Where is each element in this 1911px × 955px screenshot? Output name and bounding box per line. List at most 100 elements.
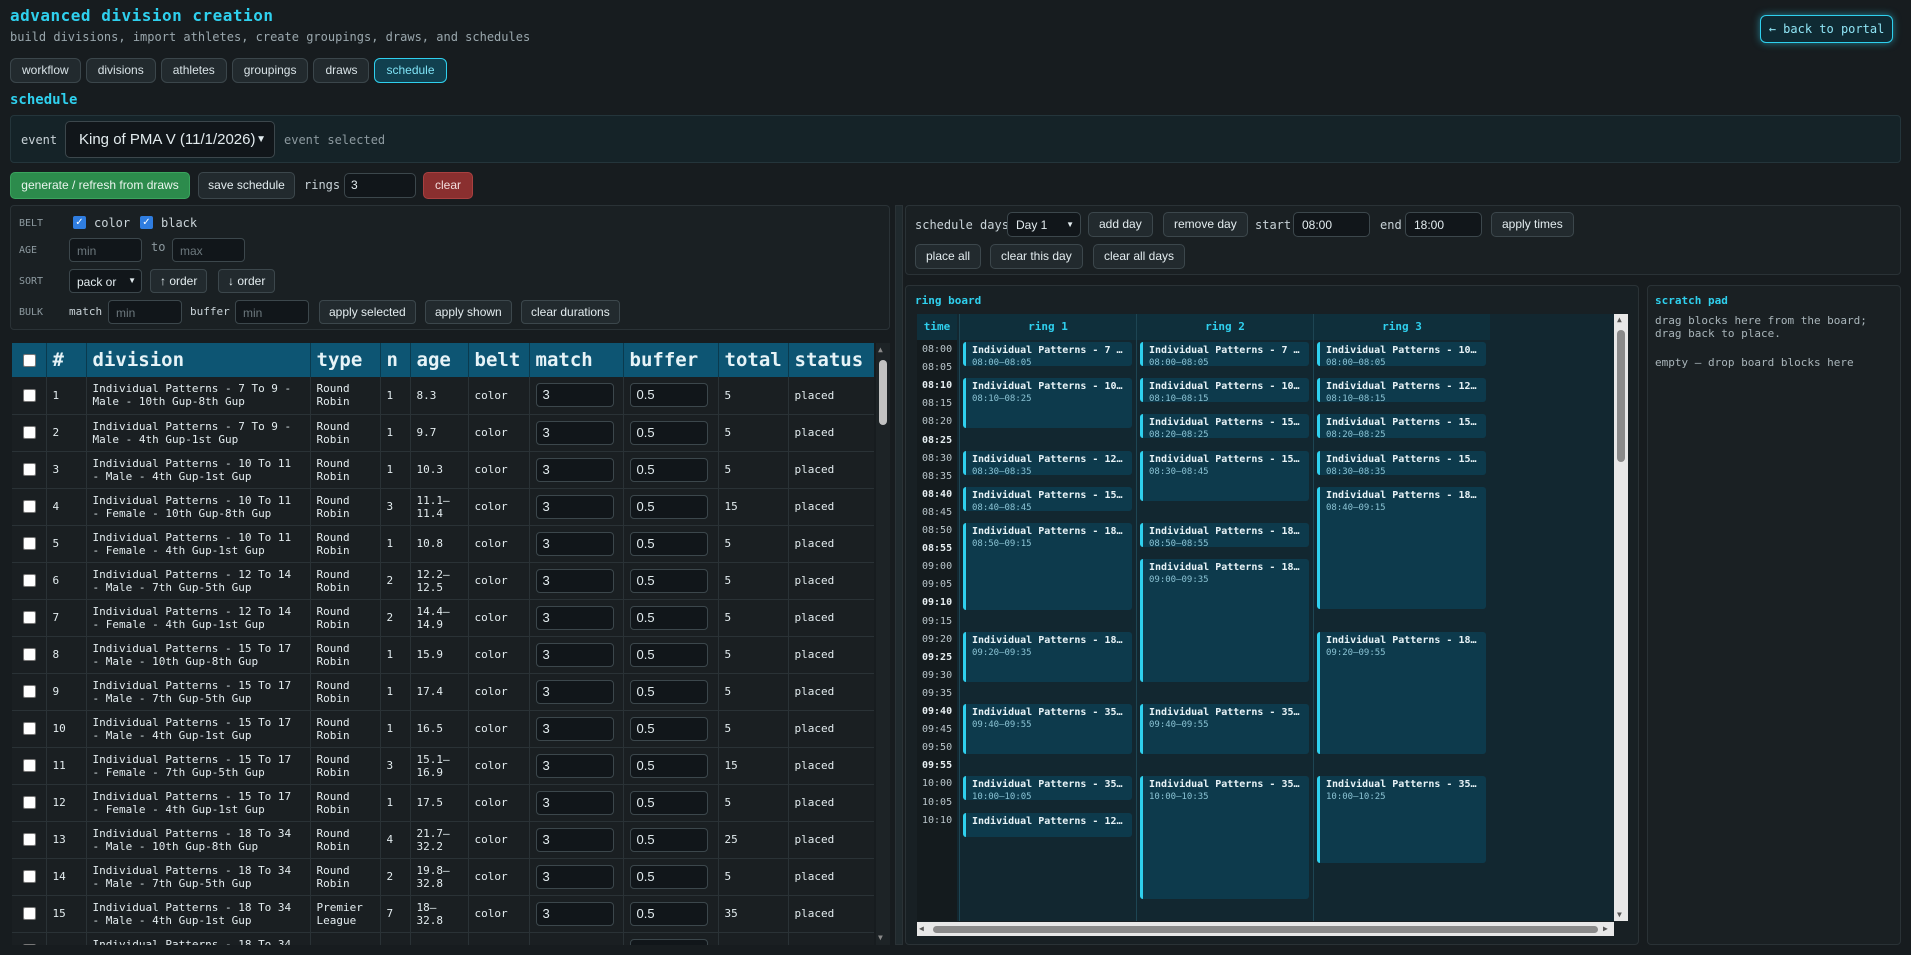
schedule-block[interactable]: Individual Patterns - 7 To 9 - Ma… 08:00–… bbox=[1140, 342, 1309, 366]
table-row[interactable]: 11 Individual Patterns - 15 To 17 - Femal… bbox=[12, 747, 874, 785]
match-duration-input[interactable]: 3 bbox=[535, 420, 614, 445]
buffer-duration-input[interactable]: 0.5 bbox=[629, 938, 708, 945]
belt-color-checkbox[interactable]: ✓ bbox=[73, 216, 86, 229]
row-checkbox[interactable] bbox=[23, 759, 36, 772]
buffer-duration-input[interactable]: 0.5 bbox=[629, 864, 708, 889]
tab-divisions[interactable]: divisions bbox=[85, 58, 156, 83]
tab-draws[interactable]: draws bbox=[313, 58, 370, 83]
buffer-duration-input[interactable]: 0.5 bbox=[629, 827, 708, 852]
table-row[interactable]: 6 Individual Patterns - 12 To 14 - Male -… bbox=[12, 562, 874, 600]
board-vertical-scrollbar-thumb[interactable] bbox=[1617, 330, 1625, 462]
match-duration-input[interactable]: 3 bbox=[535, 568, 614, 593]
save-schedule-button[interactable]: save schedule bbox=[198, 172, 295, 199]
schedule-block[interactable]: Individual Patterns - 18 To 34 - … 08:50–… bbox=[963, 523, 1132, 610]
event-select[interactable]: King of PMA V (11/1/2026) ▼ bbox=[65, 121, 275, 158]
row-checkbox[interactable] bbox=[23, 463, 36, 476]
buffer-duration-input[interactable]: 0.5 bbox=[629, 642, 708, 667]
match-duration-input[interactable]: 3 bbox=[535, 605, 614, 630]
scroll-down-icon[interactable]: ▼ bbox=[1617, 910, 1622, 919]
table-row[interactable]: 8 Individual Patterns - 15 To 17 - Male -… bbox=[12, 636, 874, 674]
table-row[interactable]: 5 Individual Patterns - 10 To 11 - Female… bbox=[12, 525, 874, 563]
table-row[interactable]: 1 Individual Patterns - 7 To 9 - Male - 1… bbox=[12, 377, 874, 415]
end-time-input[interactable]: 18:00 bbox=[1405, 212, 1482, 237]
row-checkbox[interactable] bbox=[23, 500, 36, 513]
bulk-buffer-input[interactable]: min bbox=[235, 300, 309, 324]
schedule-block[interactable]: Individual Patterns - 18 To 34 - … 08:50–… bbox=[1140, 523, 1309, 547]
buffer-duration-input[interactable]: 0.5 bbox=[629, 420, 708, 445]
schedule-block[interactable]: Individual Patterns - 15 To 17 - …08:30–… bbox=[1140, 450, 1309, 501]
tab-workflow[interactable]: workflow bbox=[10, 58, 81, 83]
add-day-button[interactable]: add day bbox=[1088, 212, 1153, 237]
scroll-right-icon[interactable]: ▶ bbox=[1603, 924, 1608, 933]
table-row[interactable]: 4 Individual Patterns - 10 To 11 - Female… bbox=[12, 488, 874, 526]
row-checkbox[interactable] bbox=[23, 426, 36, 439]
table-scrollbar-thumb[interactable] bbox=[879, 360, 887, 425]
schedule-block[interactable]: Individual Patterns - 35+ - Male … 09:40–… bbox=[963, 704, 1132, 755]
table-row[interactable]: 2 Individual Patterns - 7 To 9 - Male - 4… bbox=[12, 414, 874, 452]
buffer-duration-input[interactable]: 0.5 bbox=[629, 901, 708, 926]
scroll-up-icon[interactable]: ▲ bbox=[1617, 315, 1622, 324]
schedule-block[interactable]: Individual Patterns - 10 To 11 - …08:10–… bbox=[1140, 378, 1309, 403]
schedule-block[interactable]: Individual Patterns - 7 To 9 - Ma… 08:00–… bbox=[963, 342, 1132, 366]
row-checkbox[interactable] bbox=[23, 722, 36, 735]
row-checkbox[interactable] bbox=[23, 574, 36, 587]
row-checkbox[interactable] bbox=[23, 685, 36, 698]
schedule-block[interactable]: Individual Patterns - 15 To 17 - …08:20–… bbox=[1317, 414, 1486, 439]
match-duration-input[interactable]: 3 bbox=[535, 494, 614, 519]
match-duration-input[interactable]: 3 bbox=[535, 753, 614, 778]
schedule-block[interactable]: Individual Patterns - 12 To 14 - … bbox=[963, 812, 1132, 837]
table-row[interactable]: 3 Individual Patterns - 10 To 11 - Male -… bbox=[12, 451, 874, 489]
schedule-block[interactable]: Individual Patterns - 18 To 34 - …09:20–… bbox=[1317, 631, 1486, 755]
buffer-duration-input[interactable]: 0.5 bbox=[629, 716, 708, 741]
match-duration-input[interactable]: 3 bbox=[535, 716, 614, 741]
day-select[interactable]: Day 1 ▼ bbox=[1007, 212, 1081, 237]
sort-select[interactable]: pack or ▼ bbox=[69, 269, 142, 293]
match-duration-input[interactable]: 3 bbox=[535, 457, 614, 482]
row-checkbox[interactable] bbox=[23, 796, 36, 809]
generate-refresh-button[interactable]: generate / refresh from draws bbox=[10, 172, 190, 199]
scratch-pad-panel[interactable] bbox=[1647, 285, 1901, 945]
match-duration-input[interactable]: 3 bbox=[535, 642, 614, 667]
table-row[interactable]: 16Individual Patterns - 18 To 34 - 25.4– 0… bbox=[12, 932, 874, 945]
row-checkbox[interactable] bbox=[23, 388, 36, 402]
row-checkbox[interactable] bbox=[23, 833, 36, 846]
clear-this-day-button[interactable]: clear this day bbox=[990, 244, 1083, 269]
remove-day-button[interactable]: remove day bbox=[1163, 212, 1248, 237]
table-row[interactable]: 10 Individual Patterns - 15 To 17 - Male … bbox=[12, 710, 874, 748]
schedule-block[interactable]: Individual Patterns - 12 To 14 - …08:30–… bbox=[963, 450, 1132, 475]
match-duration-input[interactable]: 3 bbox=[535, 679, 614, 704]
table-row[interactable]: 12 Individual Patterns - 15 To 17 - Femal… bbox=[12, 784, 874, 822]
match-duration-input[interactable]: 3 bbox=[535, 864, 614, 889]
schedule-block[interactable]: Individual Patterns - 15 To 17 - …08:20–… bbox=[1140, 414, 1309, 439]
buffer-duration-input[interactable]: 0.5 bbox=[629, 753, 708, 778]
schedule-block[interactable]: Individual Patterns - 35+ - Male …10:00–… bbox=[1317, 776, 1486, 863]
buffer-duration-input[interactable]: 0.5 bbox=[629, 531, 708, 556]
buffer-duration-input[interactable]: 0.5 bbox=[629, 679, 708, 704]
select-all-checkbox[interactable] bbox=[23, 353, 36, 367]
match-duration-input[interactable]: 3 bbox=[535, 901, 614, 926]
scroll-left-icon[interactable]: ◀ bbox=[919, 924, 924, 933]
rings-input[interactable]: 3 bbox=[344, 173, 416, 198]
row-checkbox[interactable] bbox=[23, 537, 36, 550]
tab-athletes[interactable]: athletes bbox=[160, 58, 227, 83]
schedule-block[interactable]: Individual Patterns - 10 To 11 - … 08:00–… bbox=[1317, 342, 1486, 366]
schedule-block[interactable]: Individual Patterns - 18 To 34 - …09:00–… bbox=[1140, 559, 1309, 682]
buffer-duration-input[interactable]: 0.5 bbox=[629, 568, 708, 593]
apply-selected-button[interactable]: apply selected bbox=[319, 300, 416, 324]
match-duration-input[interactable]: 3 bbox=[535, 383, 614, 408]
schedule-block[interactable]: Individual Patterns - 15 To 17 - …08:30–… bbox=[1317, 450, 1486, 475]
buffer-duration-input[interactable]: 0.5 bbox=[629, 383, 708, 408]
schedule-block[interactable]: Individual Patterns - 35+ - Femal…10:00–… bbox=[1140, 776, 1309, 900]
belt-black-checkbox[interactable]: ✓ bbox=[140, 216, 153, 229]
clear-button[interactable]: clear bbox=[423, 172, 473, 199]
board-horizontal-scrollbar-thumb[interactable] bbox=[933, 926, 1598, 933]
tab-schedule[interactable]: schedule bbox=[374, 58, 447, 83]
table-row[interactable]: 13 Individual Patterns - 18 To 34 - Male … bbox=[12, 821, 874, 859]
buffer-duration-input[interactable]: 0.5 bbox=[629, 457, 708, 482]
schedule-block[interactable]: Individual Patterns - 35+ - Male … 09:40–… bbox=[1140, 704, 1309, 755]
tab-groupings[interactable]: groupings bbox=[231, 58, 309, 83]
order-up-button[interactable]: ↑ order bbox=[150, 269, 208, 293]
schedule-block[interactable]: Individual Patterns - 12 To 14 - …08:10–… bbox=[1317, 378, 1486, 403]
schedule-block[interactable]: Individual Patterns - 35+ - Femal…10:00–… bbox=[963, 776, 1132, 801]
age-max-input[interactable]: max bbox=[172, 238, 245, 262]
